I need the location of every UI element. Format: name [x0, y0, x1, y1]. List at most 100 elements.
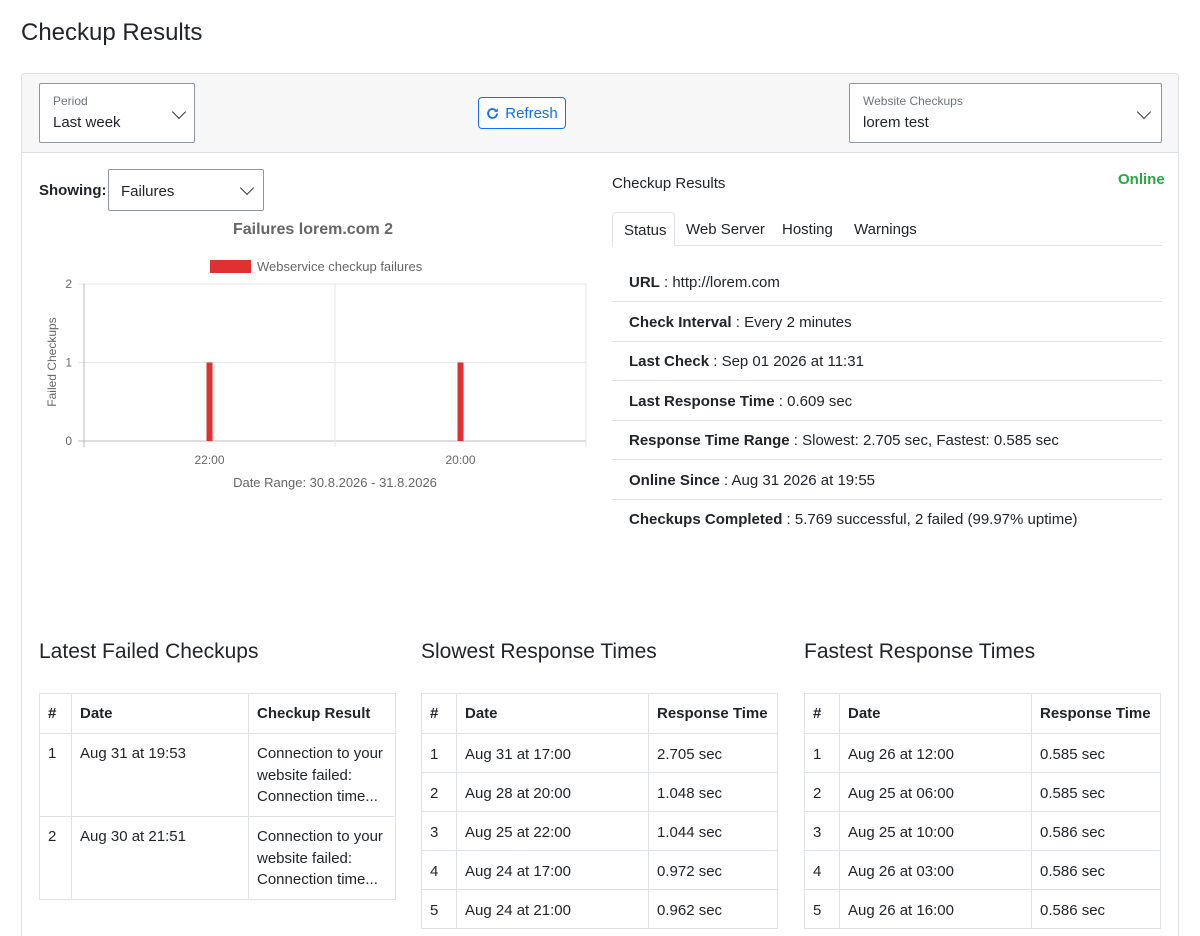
website-select[interactable]: Website Checkups lorem test — [849, 83, 1162, 143]
table-row: 2 Aug 30 at 21:51 Connection to your websi… — [39, 816, 396, 900]
table-cell: Aug 26 at 03:00 — [839, 850, 1032, 890]
table-cell: Aug 31 at 17:00 — [456, 733, 649, 773]
info-separator: : — [774, 392, 788, 410]
info-row: Response Time Range : Slowest: 2.705 sec… — [612, 421, 1162, 460]
info-value: Aug 31 2026 at 19:55 — [731, 471, 876, 489]
table-row: 4 Aug 24 at 17:00 0.972 sec — [421, 850, 778, 890]
col-result: Checkup Result — [248, 693, 396, 734]
showing-select[interactable]: Failures — [108, 169, 264, 211]
info-value: Sep 01 2026 at 11:31 — [721, 353, 864, 370]
table-cell: Aug 30 at 21:51 — [71, 816, 249, 900]
showing-value: Failures — [121, 183, 175, 200]
table-cell: 0.586 sec — [1031, 889, 1161, 929]
page-title: Checkup Results — [21, 19, 203, 46]
period-select[interactable]: Period Last week — [39, 83, 195, 143]
refresh-button[interactable]: Refresh — [478, 97, 566, 129]
info-row: URL : http://lorem.com — [612, 263, 1162, 302]
table-cell: 2 — [804, 772, 840, 812]
info-row: Checkups Completed : 5.769 successful, 2… — [612, 500, 1162, 539]
info-key: Online Since — [629, 471, 720, 489]
info-key: Response Time Range — [629, 432, 790, 449]
table-cell: 0.586 sec — [1031, 811, 1161, 851]
failures-chart: 2 1 0 22:00 20:00 — [65, 277, 587, 467]
chart-bar — [457, 362, 464, 441]
tab-status[interactable]: Status — [612, 212, 675, 247]
info-row: Last Response Time : 0.609 sec — [612, 382, 1162, 421]
table-cell: 0.585 sec — [1031, 733, 1161, 773]
info-separator: : — [719, 471, 732, 489]
table-cell: Connection to your website failed: Conne… — [248, 733, 396, 817]
table-cell: 3 — [804, 811, 840, 851]
refresh-icon — [487, 107, 499, 119]
info-key: Checkups Completed — [629, 511, 783, 528]
info-row: Check Interval : Every 2 minutes — [612, 303, 1162, 342]
col-date: Date — [839, 693, 1032, 734]
info-separator: : — [659, 274, 673, 291]
table-cell: Aug 24 at 17:00 — [456, 850, 649, 890]
info-value: http://lorem.com — [672, 274, 780, 291]
chart-bar — [206, 362, 213, 441]
x-tick-label: 22:00 — [194, 453, 224, 467]
info-row: Last Check : Sep 01 2026 at 11:31 — [612, 342, 1162, 381]
website-value: lorem test — [863, 114, 929, 131]
x-tick-label: 20:00 — [445, 453, 475, 467]
info-key: Last Response Time — [629, 392, 775, 410]
info-value: 5.769 successful, 2 failed (99.97% uptim… — [794, 511, 1078, 528]
table-row: 4 Aug 26 at 03:00 0.586 sec — [804, 850, 1161, 890]
showing-label: Showing: — [39, 182, 107, 199]
chart-title: Failures lorem.com 2 — [232, 221, 394, 238]
tab-warnings[interactable]: Warnings — [854, 212, 917, 246]
table-row: 2 Aug 25 at 06:00 0.585 sec — [804, 772, 1161, 812]
website-label: Website Checkups — [863, 94, 963, 108]
col-date: Date — [71, 693, 249, 734]
table-cell: Aug 25 at 22:00 — [456, 811, 649, 851]
period-value: Last week — [53, 114, 121, 131]
info-key: Last Check — [629, 353, 710, 370]
info-key: URL — [629, 274, 660, 291]
table-cell: 5 — [421, 889, 457, 929]
info-separator: : — [709, 353, 722, 370]
slowest-title: Slowest Response Times — [421, 640, 657, 663]
table-cell: 2.705 sec — [648, 733, 778, 773]
y-tick-label: 1 — [65, 356, 72, 370]
info-separator: : — [789, 432, 803, 449]
card-header: Period Last week Refresh Website Checkup… — [22, 74, 1178, 153]
col-response-time: Response Time — [1031, 693, 1161, 734]
result-tabs: Status Web Server Hosting Warnings — [612, 212, 1162, 247]
table-row: 2 Aug 28 at 20:00 1.048 sec — [421, 772, 778, 812]
table-row: 1 Aug 31 at 17:00 2.705 sec — [421, 733, 778, 773]
table-cell: Aug 28 at 20:00 — [456, 772, 649, 812]
fastest-title: Fastest Response Times — [804, 640, 1036, 663]
table-row: 3 Aug 25 at 10:00 0.586 sec — [804, 811, 1161, 851]
table-cell: 2 — [39, 816, 72, 900]
info-key: Check Interval — [629, 313, 732, 331]
y-tick-label: 0 — [65, 434, 72, 448]
info-separator: : — [782, 511, 795, 528]
y-tick-label: 2 — [65, 277, 72, 291]
table-row: 3 Aug 25 at 22:00 1.044 sec — [421, 811, 778, 851]
table-cell: 1 — [39, 733, 72, 817]
table-cell: 2 — [421, 772, 457, 812]
table-cell: 3 — [421, 811, 457, 851]
refresh-label: Refresh — [505, 104, 558, 122]
period-label: Period — [53, 94, 88, 108]
col-response-time: Response Time — [648, 693, 778, 734]
checkup-results-title: Checkup Results — [612, 175, 726, 192]
table-cell: 4 — [804, 850, 840, 890]
table-cell: Aug 26 at 16:00 — [839, 889, 1032, 929]
table-cell: Aug 25 at 06:00 — [839, 772, 1032, 812]
info-value: Every 2 minutes — [744, 313, 852, 331]
table-row: 5 Aug 26 at 16:00 0.586 sec — [804, 889, 1161, 929]
table-row: 1 Aug 26 at 12:00 0.585 sec — [804, 733, 1161, 773]
tab-hosting[interactable]: Hosting — [782, 212, 833, 246]
col-number: # — [804, 693, 840, 734]
chevron-down-icon — [171, 104, 187, 120]
table-cell: Aug 26 at 12:00 — [839, 733, 1032, 773]
table-cell: Connection to your website failed: Conne… — [248, 816, 396, 900]
table-cell: 0.585 sec — [1031, 772, 1161, 812]
tab-web-server[interactable]: Web Server — [686, 212, 765, 246]
table-cell: Aug 31 at 19:53 — [71, 733, 249, 817]
chevron-down-icon — [1136, 104, 1152, 120]
failed-checkups-table: # Date Checkup Result 1 Aug 31 at 19:53 Co… — [39, 693, 396, 900]
chevron-down-icon — [239, 180, 255, 196]
